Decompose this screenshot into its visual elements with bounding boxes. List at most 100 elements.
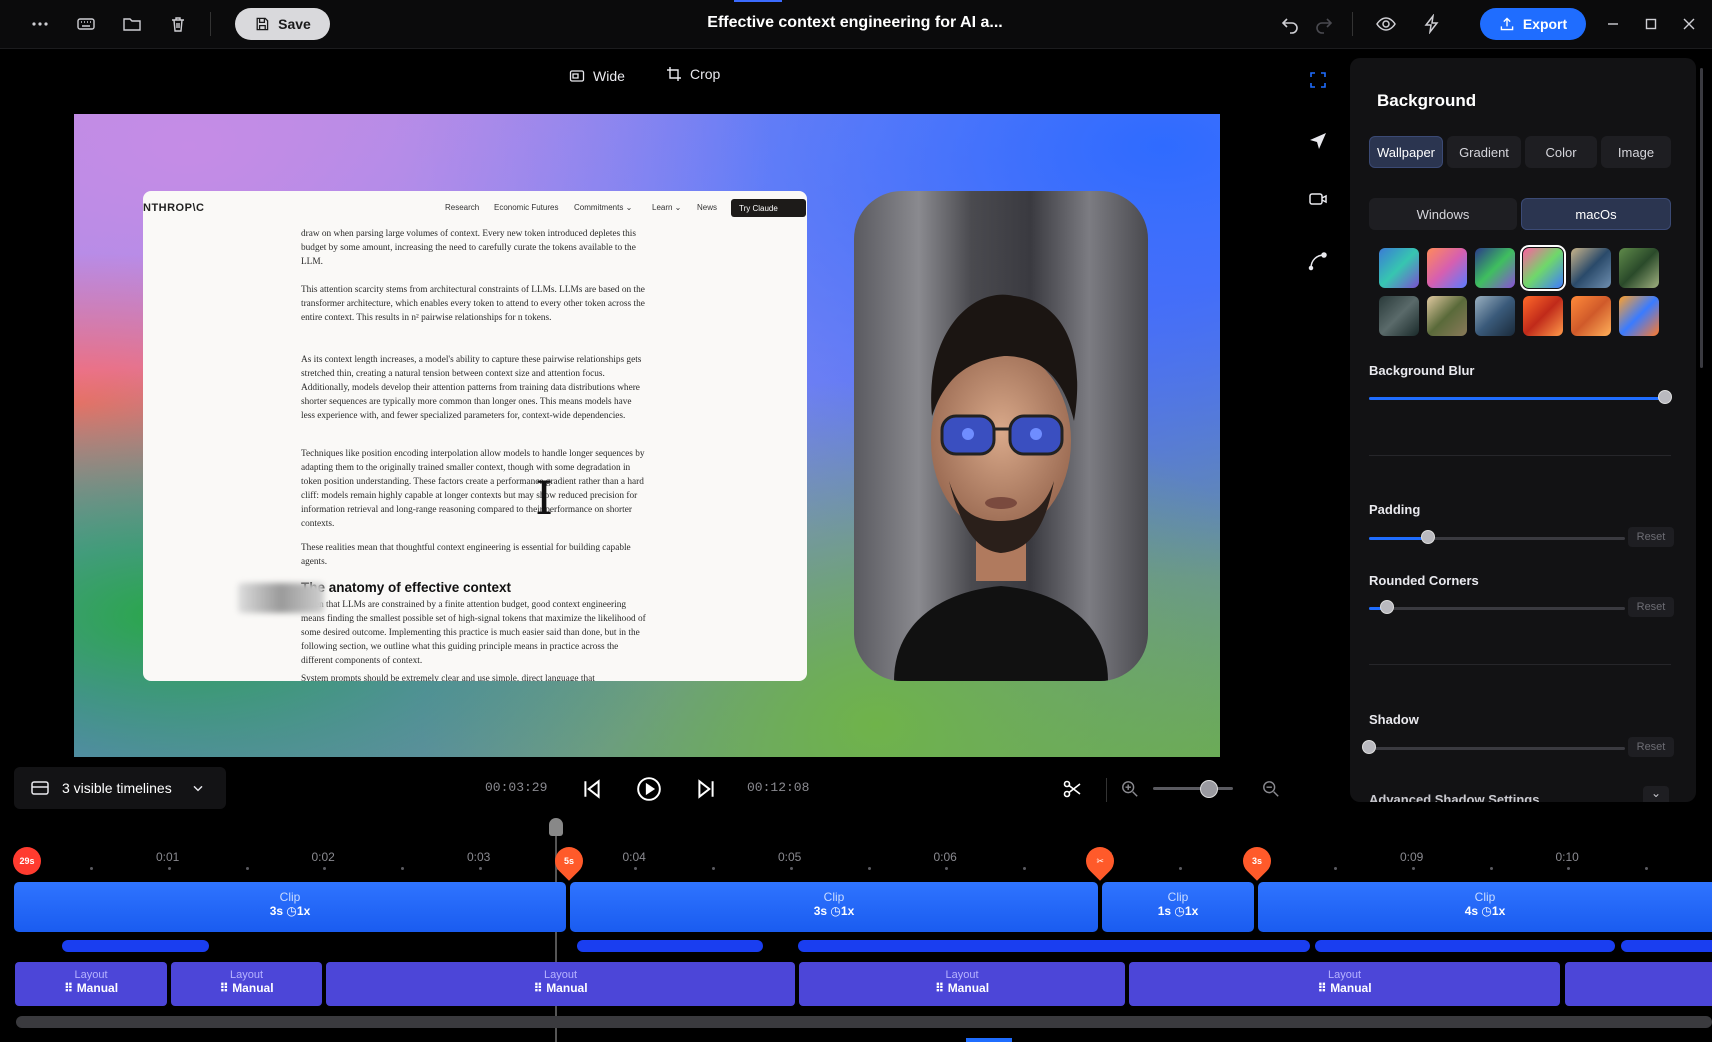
fullscreen-icon[interactable]: [1305, 67, 1331, 93]
keyboard-icon[interactable]: [72, 10, 100, 38]
layout-mode: ⠿ Manual: [63, 981, 119, 995]
marker-zoom[interactable]: 3s: [1237, 841, 1277, 881]
marker-start[interactable]: 29s: [13, 847, 41, 875]
corners-reset-button[interactable]: Reset: [1628, 597, 1674, 617]
tick-dot: [245, 867, 249, 870]
cursor-pointer-icon[interactable]: [1305, 128, 1331, 154]
zoom-out-icon[interactable]: [1257, 775, 1285, 803]
wallpaper-3-thumbnail[interactable]: [1475, 248, 1515, 288]
tick-dot: [478, 867, 482, 870]
total-time: 00:12:08: [747, 780, 810, 795]
clip-title: Clip: [823, 890, 845, 904]
crop-button[interactable]: Crop: [666, 66, 720, 82]
panel-scrollbar[interactable]: [1700, 68, 1703, 368]
zoom-bar[interactable]: [62, 940, 209, 952]
video-preview[interactable]: NTHROP\C Research Economic Futures Commi…: [74, 114, 1220, 757]
tab-color[interactable]: Color: [1525, 136, 1597, 168]
layout-segment[interactable]: Layout ⠿ Manual: [799, 962, 1125, 1006]
folder-icon[interactable]: [118, 10, 146, 38]
wallpaper-2-thumbnail[interactable]: [1427, 248, 1467, 288]
playhead-handle[interactable]: [549, 818, 563, 836]
trash-icon[interactable]: [164, 10, 192, 38]
zoom-bar[interactable]: [577, 940, 763, 952]
wallpaper-9-thumbnail[interactable]: [1475, 296, 1515, 336]
shadow-label: Shadow: [1369, 712, 1419, 727]
tick-dot: [1411, 867, 1415, 870]
zoom-bar[interactable]: [1621, 940, 1712, 952]
tick-dot: [712, 867, 715, 870]
clip-segment[interactable]: Clip 3s ◷1x: [14, 882, 566, 932]
padding-label: Padding: [1369, 502, 1421, 517]
wallpaper-11-thumbnail[interactable]: [1571, 296, 1611, 336]
clip-segment[interactable]: Clip 1s ◷1x: [1102, 882, 1254, 932]
visible-timelines-dropdown[interactable]: 3 visible timelines: [14, 767, 226, 809]
redo-icon[interactable]: [1310, 10, 1338, 38]
camera-icon[interactable]: [1305, 186, 1331, 212]
article-paragraph: draw on when parsing large volumes of co…: [301, 229, 636, 267]
tick-dot: [401, 867, 404, 870]
scissors-icon[interactable]: [1058, 775, 1086, 803]
wallpaper-6-thumbnail[interactable]: [1619, 248, 1659, 288]
chevron-down-icon: [193, 785, 203, 792]
upload-icon: [1500, 17, 1514, 31]
preview-eye-icon[interactable]: [1372, 10, 1400, 38]
layout-segment[interactable]: Layout ⠿ Manual: [326, 962, 795, 1006]
background-settings-panel: Background Wallpaper Gradient Color Imag…: [1350, 58, 1696, 802]
corners-slider-handle[interactable]: [1379, 600, 1394, 614]
zoom-bar[interactable]: [1315, 940, 1615, 952]
tab-image[interactable]: Image: [1601, 136, 1671, 168]
wallpaper-10-thumbnail[interactable]: [1523, 296, 1563, 336]
clip-segment[interactable]: Clip 4s ◷1x: [1258, 882, 1712, 932]
marker-cut[interactable]: ✂: [1080, 841, 1120, 881]
tab-wallpaper[interactable]: Wallpaper: [1369, 136, 1443, 168]
layout-segment[interactable]: Layout ⠿ Manual: [171, 962, 322, 1006]
layout-segment[interactable]: Layout ⠿ Manual: [15, 962, 167, 1006]
chevron-down-icon[interactable]: ⌄: [1643, 786, 1669, 802]
clip-segment[interactable]: Clip 3s ◷1x: [570, 882, 1098, 932]
padding-reset-button[interactable]: Reset: [1628, 527, 1674, 547]
export-button[interactable]: Export: [1480, 8, 1586, 40]
layout-segment[interactable]: Layout ⠿ Manual: [1129, 962, 1560, 1006]
shadow-slider-handle[interactable]: [1362, 740, 1376, 754]
crop-icon: [667, 67, 681, 81]
maximize-icon[interactable]: [1637, 10, 1665, 38]
advanced-shadow-row[interactable]: Advanced Shadow Settings ⌄: [1369, 786, 1669, 802]
wallpaper-7-thumbnail[interactable]: [1379, 296, 1419, 336]
tab-windows[interactable]: Windows: [1369, 198, 1517, 230]
play-icon[interactable]: [635, 775, 663, 803]
timeline-scrollbar[interactable]: [16, 1016, 1712, 1028]
minimize-icon[interactable]: [1599, 10, 1627, 38]
close-icon[interactable]: [1675, 10, 1703, 38]
tick-label: 0:10: [1555, 850, 1579, 864]
document-title[interactable]: Effective context engineering for AI a..…: [620, 0, 1090, 46]
wallpaper-8-thumbnail[interactable]: [1427, 296, 1467, 336]
undo-icon[interactable]: [1276, 10, 1304, 38]
skip-forward-icon[interactable]: [692, 775, 720, 803]
blur-slider-handle[interactable]: [1658, 390, 1672, 404]
tick-dot: [323, 867, 327, 870]
screen-recording-frame: NTHROP\C Research Economic Futures Commi…: [143, 191, 807, 681]
zoom-in-icon[interactable]: [1116, 775, 1144, 803]
crop-label: Crop: [690, 66, 721, 82]
webcam-overlay[interactable]: [854, 191, 1148, 681]
layout-segment[interactable]: [1565, 962, 1712, 1006]
wide-aspect-button[interactable]: Wide: [569, 68, 625, 84]
timeline-icon: [31, 781, 49, 795]
path-curve-icon[interactable]: [1305, 248, 1331, 274]
save-button[interactable]: Save: [235, 8, 330, 40]
wallpaper-12-thumbnail[interactable]: [1619, 296, 1659, 336]
shadow-reset-button[interactable]: Reset: [1628, 737, 1674, 757]
wallpaper-5-thumbnail[interactable]: [1571, 248, 1611, 288]
tab-gradient[interactable]: Gradient: [1447, 136, 1521, 168]
zoom-bar[interactable]: [798, 940, 1310, 952]
zoom-slider-handle[interactable]: [1200, 780, 1218, 798]
tab-macos[interactable]: macOs: [1521, 198, 1671, 230]
clip-title: Clip: [279, 890, 301, 904]
lightning-icon[interactable]: [1418, 10, 1446, 38]
wallpaper-1-thumbnail[interactable]: [1379, 248, 1419, 288]
more-icon[interactable]: [26, 10, 54, 38]
skip-back-icon[interactable]: [578, 775, 606, 803]
wallpaper-4-thumbnail[interactable]: [1520, 245, 1566, 291]
tick-label: 0:01: [156, 850, 180, 864]
padding-slider-handle[interactable]: [1420, 530, 1435, 544]
